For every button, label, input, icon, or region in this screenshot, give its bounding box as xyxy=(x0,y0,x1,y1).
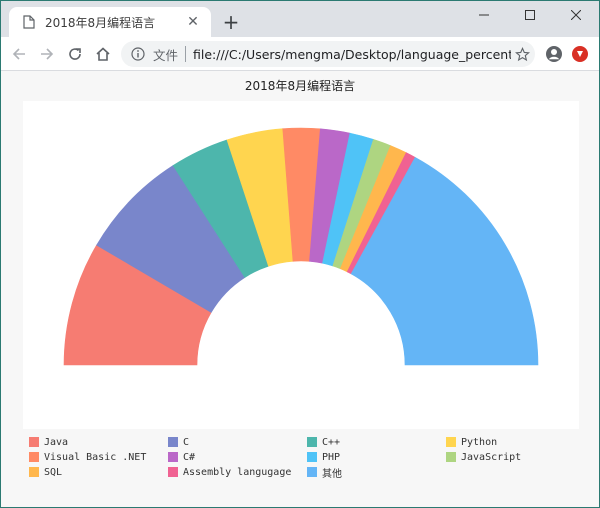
legend-item[interactable]: 其他 xyxy=(307,465,342,480)
page-content: 2018年8月编程语言 Java C C++ Python Visual Basic .… xyxy=(1,71,599,507)
legend-item[interactable]: Assembly langugage xyxy=(168,465,291,479)
legend-label: Assembly langugage xyxy=(183,466,292,478)
chart-title: 2018年8月编程语言 xyxy=(244,79,356,93)
legend-swatch xyxy=(307,467,317,477)
arrow-left-icon xyxy=(12,48,25,60)
reload-button[interactable] xyxy=(63,42,87,66)
address-bar[interactable]: 文件 file:///C:/Users/mengma/Desktop/langu… xyxy=(121,41,535,67)
legend-item[interactable]: Python xyxy=(446,435,497,449)
legend-label: SQL xyxy=(44,466,63,478)
legend-label: C# xyxy=(183,451,196,463)
legend-swatch xyxy=(168,437,178,447)
legend-item[interactable]: JavaScript xyxy=(446,450,521,464)
arrow-right-icon xyxy=(41,48,54,60)
tab-active[interactable]: 2018年8月编程语言 ✕ xyxy=(9,7,211,37)
browser-window: 2018年8月编程语言 ✕ + 文件 file:///C:/Users/meng… xyxy=(0,0,600,508)
tab-close-icon[interactable]: ✕ xyxy=(183,12,203,32)
profile-avatar-icon[interactable] xyxy=(545,45,563,63)
legend-label: C++ xyxy=(322,436,341,448)
legend-label: Visual Basic .NET xyxy=(44,451,147,463)
legend-item[interactable]: Visual Basic .NET xyxy=(29,450,146,464)
bookmark-star-icon[interactable] xyxy=(513,45,531,63)
legend-swatch xyxy=(29,452,39,462)
legend-item[interactable]: PHP xyxy=(307,450,340,464)
legend-swatch xyxy=(307,452,317,462)
legend-item[interactable]: C xyxy=(168,435,189,449)
close-icon xyxy=(571,10,581,20)
half-donut-chart xyxy=(63,127,539,366)
legend-swatch xyxy=(29,437,39,447)
reload-icon xyxy=(69,48,81,60)
legend-swatch xyxy=(446,437,456,447)
legend-item[interactable]: C++ xyxy=(307,435,340,449)
legend-item[interactable]: C# xyxy=(168,450,195,464)
tab-bar: 2018年8月编程语言 ✕ + xyxy=(1,1,599,37)
maximize-icon xyxy=(525,10,535,20)
chart-plot-area xyxy=(23,101,579,429)
chart-legend: Java C C++ Python Visual Basic .NET C# PHP Java… xyxy=(29,435,589,495)
maximize-button[interactable] xyxy=(507,1,553,29)
legend-swatch xyxy=(29,467,39,477)
legend-label: Java xyxy=(44,436,69,448)
legend-label: 其他 xyxy=(322,468,342,480)
forward-button[interactable] xyxy=(35,42,59,66)
omnibox-separator xyxy=(185,46,187,62)
legend-label: Python xyxy=(461,436,498,448)
legend-label: C xyxy=(183,436,190,448)
legend-swatch xyxy=(446,452,456,462)
browser-toolbar: 文件 file:///C:/Users/mengma/Desktop/langu… xyxy=(1,37,599,71)
legend-item[interactable]: Java xyxy=(29,435,68,449)
back-button[interactable] xyxy=(7,42,31,66)
legend-label: JavaScript xyxy=(461,451,522,463)
minimize-icon xyxy=(479,14,489,16)
legend-item[interactable]: SQL xyxy=(29,465,62,479)
info-icon[interactable] xyxy=(129,45,147,63)
legend-label: PHP xyxy=(322,451,341,463)
document-icon xyxy=(21,14,37,30)
close-window-button[interactable] xyxy=(553,1,599,29)
new-tab-button[interactable]: + xyxy=(219,10,243,34)
url-text[interactable]: file:///C:/Users/mengma/Desktop/language… xyxy=(193,47,511,62)
legend-swatch xyxy=(307,437,317,447)
scheme-label: 文件 xyxy=(153,47,179,63)
legend-swatch xyxy=(168,452,178,462)
extension-icon[interactable] xyxy=(571,45,589,63)
legend-swatch xyxy=(168,467,178,477)
tab-title: 2018年8月编程语言 xyxy=(45,15,156,30)
minimize-button[interactable] xyxy=(461,1,507,29)
home-button[interactable] xyxy=(91,42,115,66)
home-icon xyxy=(96,47,110,61)
